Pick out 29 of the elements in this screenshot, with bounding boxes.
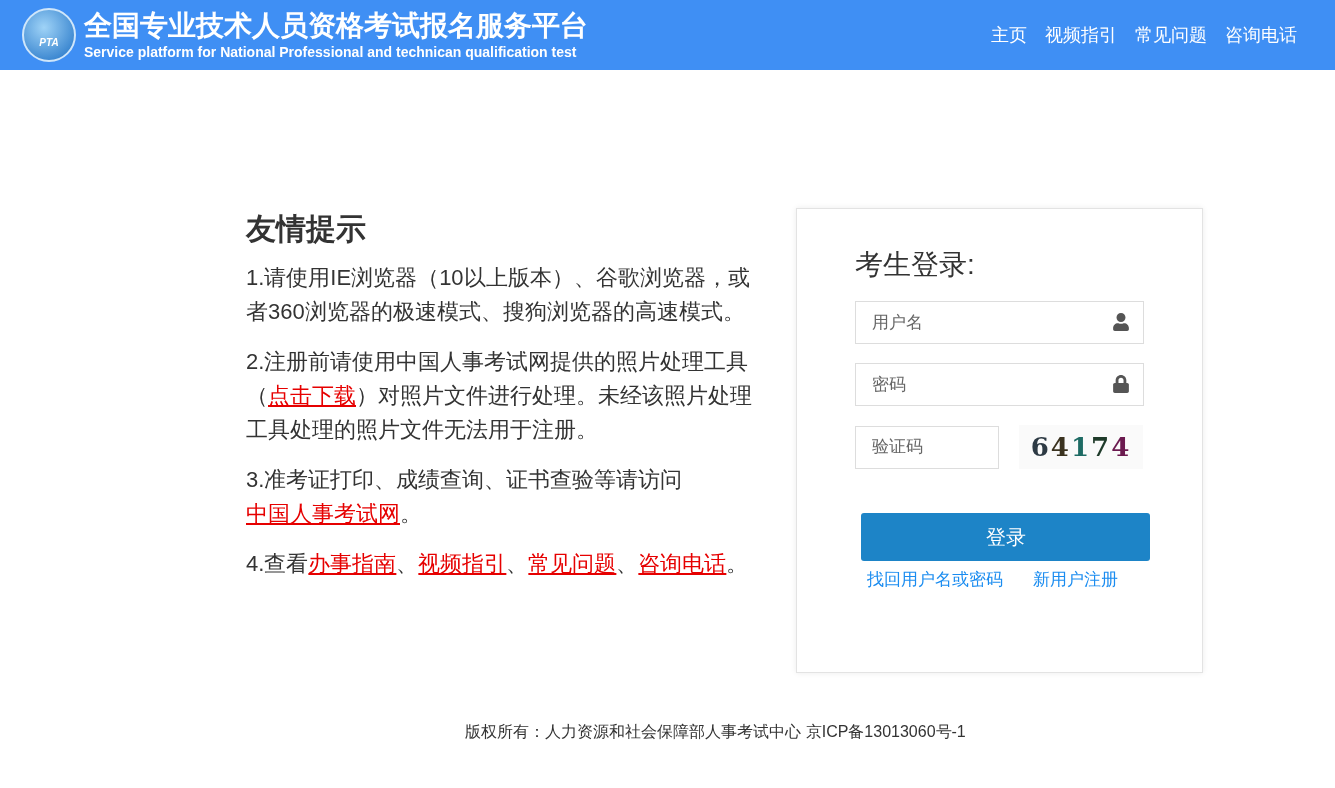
site-subtitle: Service platform for National Professional and technican qualification test [84, 43, 578, 61]
lock-icon [1112, 375, 1130, 393]
tip-link[interactable]: 点击下载 [268, 383, 356, 408]
password-field[interactable]: 密码 [855, 363, 1144, 406]
captcha-image[interactable]: 64174 [1019, 425, 1143, 469]
captcha-field[interactable]: 验证码 [855, 425, 999, 469]
tip-link[interactable]: 视频指引 [418, 551, 507, 576]
copyright-text: 版权所有：人力资源和社会保障部人事考试中心 京ICP备13013060号-1 [465, 722, 966, 742]
login-button[interactable]: 登录 [861, 513, 1150, 561]
tip-link[interactable]: 咨询电话 [638, 551, 727, 576]
tip-link[interactable]: 办事指南 [308, 551, 397, 576]
login-heading: 考生登录: [855, 248, 976, 282]
tip-link[interactable]: 常见问题 [528, 551, 617, 576]
tips-heading: 友情提示 [246, 211, 367, 247]
tip-paragraph: 2.注册前请使用中国人事考试网提供的照片处理工具（点击下载）对照片文件进行处理。未经该照片处理工具处理的照片文件无法用于注册。 [246, 348, 753, 444]
nav-link[interactable]: 视频指引 [1045, 21, 1117, 49]
site-title: 全国专业技术人员资格考试报名服务平台 [84, 9, 588, 43]
nav-link[interactable]: 主页 [991, 21, 1027, 49]
login-link[interactable]: 新用户注册 [1033, 567, 1118, 593]
tip-paragraph: 1.请使用IE浏览器（10以上版本）、谷歌浏览器，或者360浏览器的极速模式、搜狗浏览器的高速模式。 [246, 264, 751, 326]
logo: PTA [22, 8, 76, 62]
user-icon [1112, 313, 1130, 331]
username-field[interactable]: 用户名 [855, 301, 1144, 344]
tip-paragraph: 3.准考证打印、成绩查询、证书查验等请访问 中国人事考试网。 [246, 466, 684, 528]
nav-link[interactable]: 咨询电话 [1225, 21, 1297, 49]
tip-paragraph: 4.查看办事指南、视频指引、常见问题、咨询电话。 [246, 550, 750, 578]
login-link[interactable]: 找回用户名或密码 [867, 567, 1003, 593]
tip-link[interactable]: 中国人事考试网 [246, 501, 400, 526]
nav-link[interactable]: 常见问题 [1135, 21, 1207, 49]
